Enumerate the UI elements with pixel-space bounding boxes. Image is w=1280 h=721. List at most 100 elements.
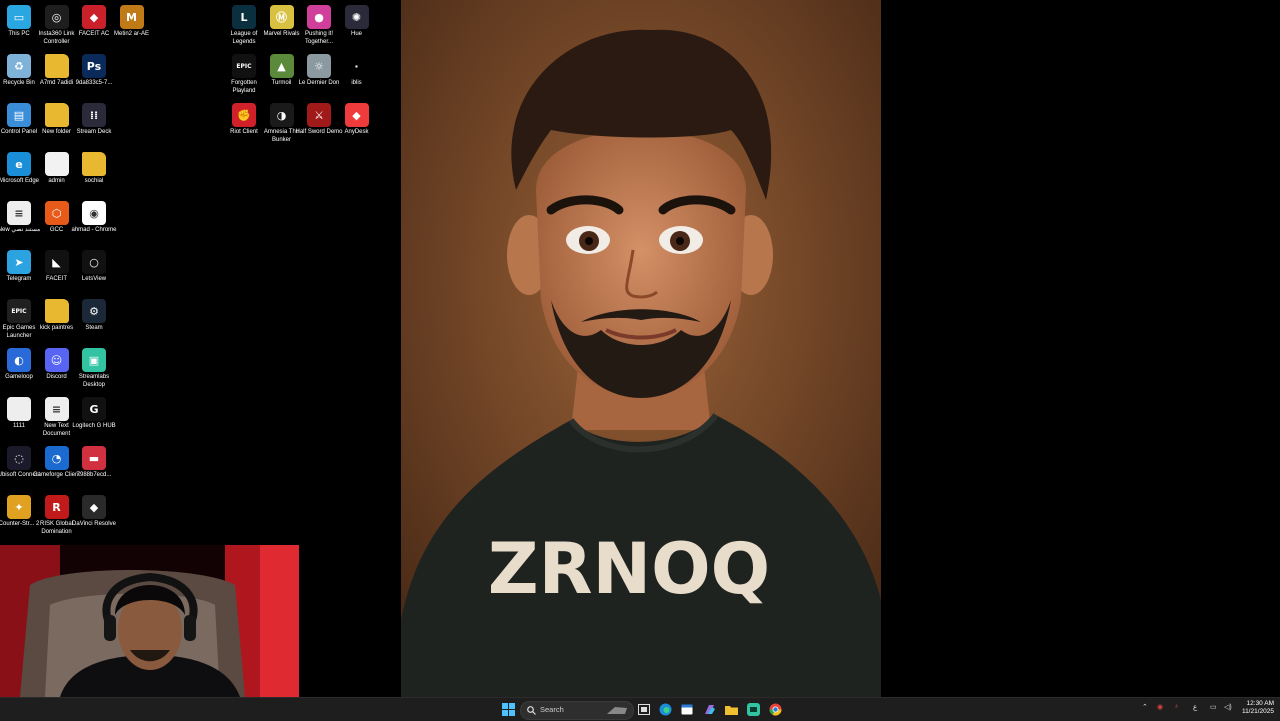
desktop-icon-a7md-7adidi[interactable]: A7md 7adidi bbox=[38, 51, 76, 99]
desktop-icon-amnesia-the-bunker[interactable]: ◑ Amnesia The Bunker bbox=[263, 100, 301, 148]
epic-games-icon: EPIC bbox=[232, 54, 256, 78]
desktop-icon-sochial[interactable]: sochial bbox=[75, 149, 113, 197]
desktop-icon-pushing-it-together[interactable]: ● Pushing it! Together... bbox=[300, 2, 338, 50]
taskbar-chrome-button[interactable] bbox=[767, 701, 783, 717]
desktop-icon-faceit[interactable]: ◣ FACEIT bbox=[38, 247, 76, 295]
taskbar: Search ⌃ ◉ ♁ ع ▭ ◁) 12:30 AM 11/21/2025 bbox=[0, 697, 1280, 721]
taskbar-clock[interactable]: 12:30 AM 11/21/2025 bbox=[1242, 700, 1274, 716]
iblis-icon: · bbox=[344, 54, 369, 78]
desktop-icon-gcc[interactable]: ⬡ GCC bbox=[38, 198, 76, 246]
risk-icon: R bbox=[44, 495, 69, 519]
desktop-icon-turmoil[interactable]: ▲ Turmoil bbox=[263, 51, 301, 99]
chrome-icon: ◉ bbox=[82, 201, 106, 225]
webcam-feed-image bbox=[0, 545, 299, 697]
desktop-icon-steam[interactable]: ⚙ Steam bbox=[75, 296, 113, 344]
turmoil-icon: ▲ bbox=[269, 54, 294, 78]
tray-volume-icon[interactable]: ◁) bbox=[1224, 703, 1232, 711]
shirt-text: ZRNOQ bbox=[488, 528, 770, 610]
file-icon bbox=[44, 152, 69, 176]
webcam-overlay bbox=[0, 545, 299, 697]
desktop-icon-label: Metin2 ar-AE bbox=[113, 31, 149, 37]
desktop-icon-davinci-resolve[interactable]: ◆ DaVinci Resolve bbox=[72, 492, 116, 540]
desktop-icon-label: Streamlabs Desktop bbox=[78, 374, 110, 388]
desktop-icon-label: sochial bbox=[84, 178, 104, 184]
desktop-icon-stream-deck[interactable]: ⁞⁞ Stream Deck bbox=[75, 100, 113, 148]
windows-logo-icon bbox=[501, 702, 515, 716]
desktop-icon-kick-paintres[interactable]: kick paintres bbox=[38, 296, 76, 344]
tray-app-icon[interactable]: ◉ bbox=[1157, 703, 1163, 711]
monitor-icon: ▭ bbox=[7, 5, 31, 29]
desktop-icon-forgotten-playland[interactable]: EPIC Forgotten Playland bbox=[225, 51, 263, 99]
desktop-icon-epic-games-launcher[interactable]: EPIC Epic Games Launcher bbox=[0, 296, 38, 344]
desktop-icon-label: 7988b7ecd... bbox=[76, 472, 112, 478]
streamlabs-icon bbox=[746, 702, 760, 716]
desktop-icon-admin[interactable]: admin bbox=[38, 149, 76, 197]
search-highlight-icon bbox=[607, 707, 627, 714]
taskbar-calendar-button[interactable] bbox=[679, 701, 695, 717]
logitech-icon: G bbox=[82, 397, 106, 421]
taskbar-streamlabs-button[interactable] bbox=[745, 701, 761, 717]
desktop-icon-control-panel[interactable]: ▤ Control Panel bbox=[0, 100, 38, 148]
desktop-icon-label: Logitech G HUB bbox=[72, 423, 116, 429]
language-indicator[interactable]: ع bbox=[1193, 703, 1197, 711]
desktop-icon-telegram[interactable]: ➤ Telegram bbox=[0, 247, 38, 295]
half-sword-icon: ⚔ bbox=[307, 103, 331, 127]
desktop-icon-ubisoft-connect[interactable]: ◌ Ubisoft Connect bbox=[0, 443, 40, 491]
desktop-icon-anydesk[interactable]: ◆ AnyDesk bbox=[338, 100, 376, 148]
taskbar-copilot-button[interactable] bbox=[701, 701, 717, 717]
desktop-icon-gameforge-client[interactable]: ◔ Gameforge Client bbox=[33, 443, 80, 491]
desktop-icon-label: ahmad - Chrome bbox=[71, 227, 117, 233]
desktop-icon-new-folder[interactable]: New folder bbox=[38, 100, 76, 148]
discord-icon: ☺ bbox=[44, 348, 69, 372]
anydesk-icon: ◆ bbox=[344, 103, 369, 127]
desktop-icon-hue[interactable]: ✺ Hue bbox=[338, 2, 376, 50]
photoshop-file-icon: Ps bbox=[82, 54, 106, 78]
desktop-icon-le-dernier-don[interactable]: ☼ Le Dernier Don bbox=[299, 51, 339, 99]
desktop-icon-insta360-link-controller[interactable]: ◎ Insta360 Link Controller bbox=[38, 2, 76, 50]
desktop-icon-label: AnyDesk bbox=[344, 129, 369, 135]
taskbar-file-explorer-button[interactable] bbox=[723, 701, 739, 717]
desktop-icon-9da833c5-7[interactable]: Ps 9da833c5-7... bbox=[75, 51, 113, 99]
desktop-icon-league-of-legends[interactable]: L League of Legends bbox=[225, 2, 263, 50]
desktop-icon-gameloop[interactable]: ◐ Gameloop bbox=[0, 345, 38, 393]
desktop-icon-iblis[interactable]: · iblis bbox=[338, 51, 376, 99]
le-dernier-don-icon: ☼ bbox=[307, 54, 331, 78]
desktop-icon-label: 9da833c5-7... bbox=[75, 80, 113, 86]
taskbar-edge-button[interactable] bbox=[657, 701, 673, 717]
davinci-icon: ◆ bbox=[82, 495, 106, 519]
desktop-icon-new[interactable]: ≡New مستند نصي bbox=[0, 198, 40, 246]
desktop-icon-faceit-ac[interactable]: ◆ FACEIT AC bbox=[75, 2, 113, 50]
desktop-icon-new-text-document[interactable]: ≡ New Text Document bbox=[38, 394, 76, 442]
faceit-icon: ◣ bbox=[44, 250, 69, 274]
gameloop-icon: ◐ bbox=[7, 348, 31, 372]
ubisoft-icon: ◌ bbox=[7, 446, 31, 470]
desktop-icon-metin2-ar-ae[interactable]: M Metin2 ar-AE bbox=[113, 2, 151, 50]
gameforge-icon: ◔ bbox=[44, 446, 69, 470]
desktop-icon-microsoft-edge[interactable]: e Microsoft Edge bbox=[0, 149, 39, 197]
desktop-icon-label: Steam bbox=[85, 325, 103, 331]
faceit-ac-icon: ◆ bbox=[82, 5, 106, 29]
cartoon-portrait-image: ZRNOQ bbox=[401, 0, 881, 697]
clock-time: 12:30 AM bbox=[1246, 700, 1274, 707]
tray-microphone-icon[interactable]: ♁ bbox=[1174, 703, 1179, 710]
taskbar-search-box[interactable]: Search bbox=[520, 701, 634, 720]
desktop-icon-half-sword-demo[interactable]: ⚔ Half Sword Demo bbox=[295, 100, 343, 148]
start-button[interactable] bbox=[500, 701, 516, 717]
desktop-icon-streamlabs-desktop[interactable]: ▣ Streamlabs Desktop bbox=[75, 345, 113, 393]
amnesia-icon: ◑ bbox=[269, 103, 294, 127]
edge-icon: e bbox=[7, 152, 31, 176]
desktop-icon-logitech-g-hub[interactable]: G Logitech G HUB bbox=[72, 394, 116, 442]
tray-overflow-chevron-icon[interactable]: ⌃ bbox=[1142, 703, 1148, 711]
desktop-icon-risk-global-domination[interactable]: R RISK Global Domination bbox=[38, 492, 76, 540]
marvel-rivals-icon: Ⓜ bbox=[269, 5, 294, 29]
image-file-icon: ▬ bbox=[82, 446, 106, 470]
desktop-icon-ahmad-chrome[interactable]: ◉ ahmad - Chrome bbox=[71, 198, 117, 246]
file-icon bbox=[7, 397, 31, 421]
folder-icon bbox=[44, 54, 69, 78]
desktop-icon-letsview[interactable]: ○ LetsView bbox=[75, 247, 113, 295]
desktop-icon-recycle-bin[interactable]: ♻ Recycle Bin bbox=[0, 51, 38, 99]
task-view-button[interactable] bbox=[636, 701, 652, 717]
desktop-icon-7988b7ecd[interactable]: ▬ 7988b7ecd... bbox=[75, 443, 113, 491]
desktop-icon-label: LetsView bbox=[81, 276, 107, 282]
tray-network-icon[interactable]: ▭ bbox=[1210, 703, 1217, 711]
